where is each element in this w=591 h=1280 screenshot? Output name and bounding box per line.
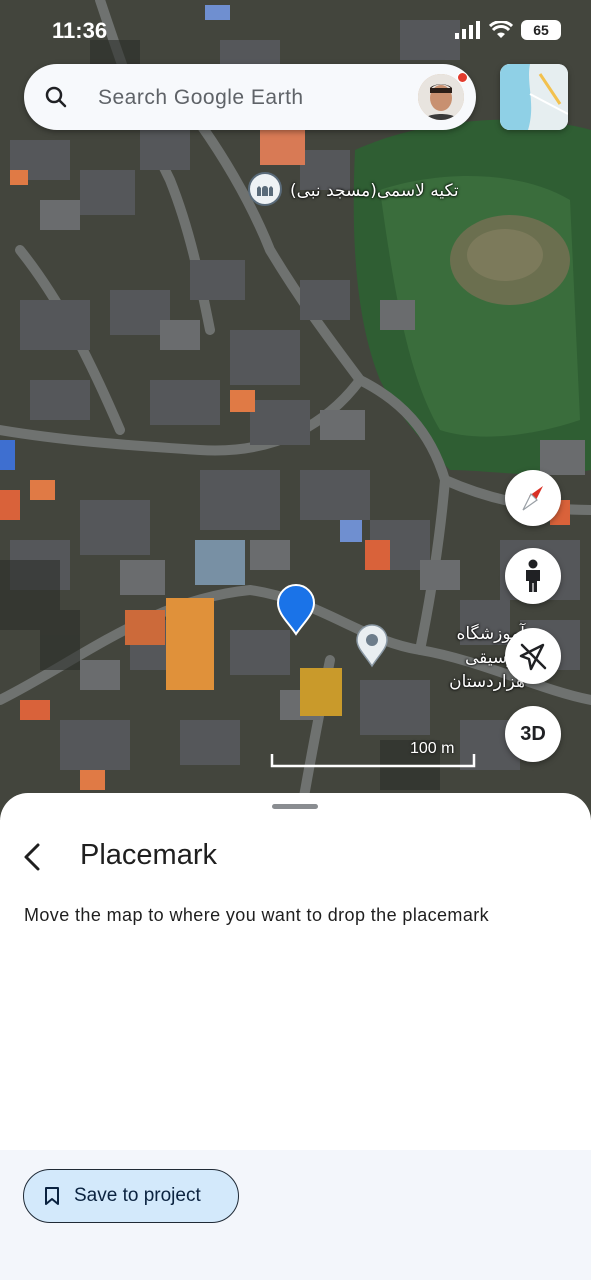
poi-label-mosque[interactable]: تکیه لاسمی(مسجد نبی) bbox=[290, 181, 460, 201]
pegman-icon bbox=[526, 559, 540, 592]
satellite-map[interactable]: 11:36 65 Search Google Earth تکیه لاسمی(… bbox=[0, 0, 591, 820]
location-poi-icon[interactable] bbox=[354, 624, 390, 668]
search-icon bbox=[45, 86, 67, 108]
wifi-icon bbox=[489, 21, 513, 38]
street-view-button[interactable] bbox=[505, 548, 561, 604]
orientation-button[interactable] bbox=[505, 628, 561, 684]
scale-ruler-icon bbox=[270, 754, 476, 768]
battery-indicator: 65 bbox=[521, 20, 561, 40]
back-arrow-icon[interactable] bbox=[16, 839, 52, 875]
notification-dot bbox=[457, 72, 468, 83]
toggle-3d-button[interactable]: 3D bbox=[505, 706, 561, 762]
placemark-pin-icon bbox=[276, 584, 316, 636]
mosque-poi-icon[interactable] bbox=[248, 172, 282, 206]
sheet-drag-handle[interactable] bbox=[272, 804, 318, 809]
sheet-title: Placemark bbox=[80, 839, 217, 871]
signal-icon bbox=[455, 21, 480, 39]
save-to-project-label: Save to project bbox=[74, 1185, 201, 1206]
bookmark-icon bbox=[45, 1187, 59, 1205]
status-time: 11:36 bbox=[52, 18, 108, 43]
user-photo bbox=[418, 74, 464, 120]
sheet-instruction: Move the map to where you want to drop t… bbox=[24, 905, 490, 925]
avatar[interactable] bbox=[418, 74, 464, 120]
search-bar[interactable]: Search Google Earth bbox=[24, 64, 476, 130]
map-layers-icon bbox=[500, 64, 568, 130]
sheet-footer: Save to project bbox=[0, 1150, 591, 1280]
map-style-button[interactable] bbox=[500, 64, 568, 130]
save-to-project-button[interactable]: Save to project bbox=[23, 1169, 239, 1223]
placemark-sheet: Placemark Move the map to where you want… bbox=[0, 793, 591, 1280]
compass-button[interactable] bbox=[505, 470, 561, 526]
search-input[interactable]: Search Google Earth bbox=[98, 86, 304, 110]
compass-icon bbox=[522, 486, 543, 511]
status-bar: 11:36 65 bbox=[0, 0, 591, 60]
scale-bar: 100 m bbox=[270, 740, 476, 770]
navigation-off-icon bbox=[519, 643, 547, 671]
